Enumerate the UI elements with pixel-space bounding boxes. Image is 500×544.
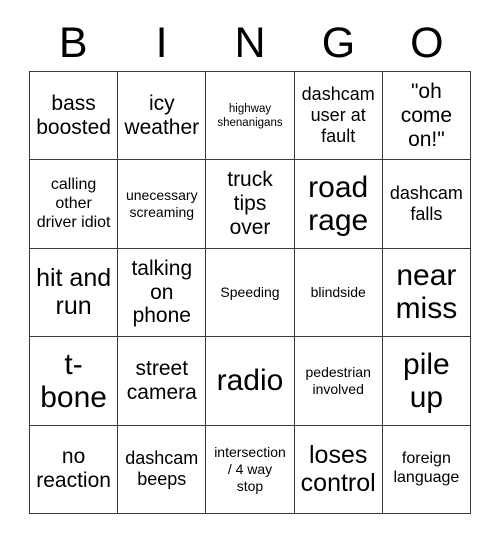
bingo-cell-label: "oh come on!" [400, 79, 453, 151]
bingo-cell-label: near miss [395, 259, 458, 326]
bingo-cell-label: icy weather [124, 91, 200, 139]
bingo-cell-label: road rage [308, 171, 369, 238]
bingo-cell-label: blindside [310, 284, 366, 301]
header-letter-o: O [410, 19, 444, 67]
bingo-cell-label: no reaction [36, 445, 111, 493]
bingo-cell-label: loses control [300, 441, 376, 498]
bingo-cell[interactable]: bass boosted [30, 72, 119, 161]
bingo-cell[interactable]: hit and run [30, 248, 119, 338]
bingo-cell[interactable]: t- bone [30, 337, 119, 426]
bingo-cell[interactable]: near miss [382, 248, 471, 338]
header-letter-n: N [234, 19, 266, 67]
bingo-cell[interactable]: talking on phone [118, 248, 207, 338]
bingo-cell-label: street camera [126, 356, 197, 404]
bingo-cell[interactable]: foreign language [382, 425, 471, 514]
bingo-cell[interactable]: blindside [294, 248, 383, 338]
bingo-cell-label: unecessary screaming [125, 187, 198, 221]
bingo-cell-label: intersection / 4 way stop [214, 444, 286, 494]
bingo-cell[interactable]: pile up [382, 337, 471, 426]
bingo-cell-label: foreign language [393, 450, 460, 487]
bingo-cell-label: dashcam user at fault [301, 84, 375, 147]
bingo-cell[interactable]: pedestrian involved [294, 337, 383, 426]
bingo-cell-label: truck tips over [227, 168, 273, 240]
bingo-cell-label: calling other driver idiot [36, 175, 111, 231]
bingo-cell[interactable]: icy weather [118, 72, 207, 161]
bingo-cell-label: Speeding [220, 284, 280, 301]
bingo-cell[interactable]: road rage [294, 160, 383, 249]
bingo-cell[interactable]: calling other driver idiot [30, 160, 119, 249]
bingo-cell-label: talking on phone [131, 256, 193, 328]
bingo-cell[interactable]: dashcam beeps [118, 425, 207, 514]
bingo-cell-label: dashcam falls [389, 183, 463, 225]
header-letter-g: G [321, 19, 356, 67]
bingo-cell-label: t- bone [40, 347, 107, 414]
bingo-cell[interactable]: intersection / 4 way stop [206, 425, 295, 514]
bingo-cell-label: bass boosted [36, 91, 111, 139]
bingo-cell-label: dashcam beeps [125, 448, 199, 490]
bingo-cell[interactable]: Speeding [206, 248, 295, 338]
bingo-cell[interactable]: "oh come on!" [382, 72, 471, 161]
bingo-cell[interactable]: no reaction [30, 425, 119, 514]
bingo-cell-label: highway shenanigans [217, 102, 283, 129]
bingo-cell[interactable]: radio [206, 337, 295, 426]
bingo-grid: bass boosted icy weather highway shenani… [29, 71, 471, 514]
bingo-cell[interactable]: unecessary screaming [118, 160, 207, 249]
header-letter-i: I [155, 19, 168, 67]
bingo-cell[interactable]: street camera [118, 337, 207, 426]
bingo-cell-label: hit and run [36, 264, 112, 321]
header-letter-b: B [58, 19, 88, 67]
bingo-cell[interactable]: highway shenanigans [206, 72, 295, 161]
bingo-cell-label: radio [216, 364, 284, 398]
bingo-cell-label: pile up [403, 347, 450, 414]
bingo-cell[interactable]: dashcam user at fault [294, 72, 383, 161]
bingo-cell[interactable]: loses control [294, 425, 383, 514]
bingo-card: B I N G O bass boosted icy weather highw… [0, 0, 500, 544]
bingo-header-row: B I N G O [29, 16, 471, 71]
bingo-cell[interactable]: truck tips over [206, 160, 295, 249]
bingo-cell[interactable]: dashcam falls [382, 160, 471, 249]
bingo-cell-label: pedestrian involved [305, 364, 371, 397]
